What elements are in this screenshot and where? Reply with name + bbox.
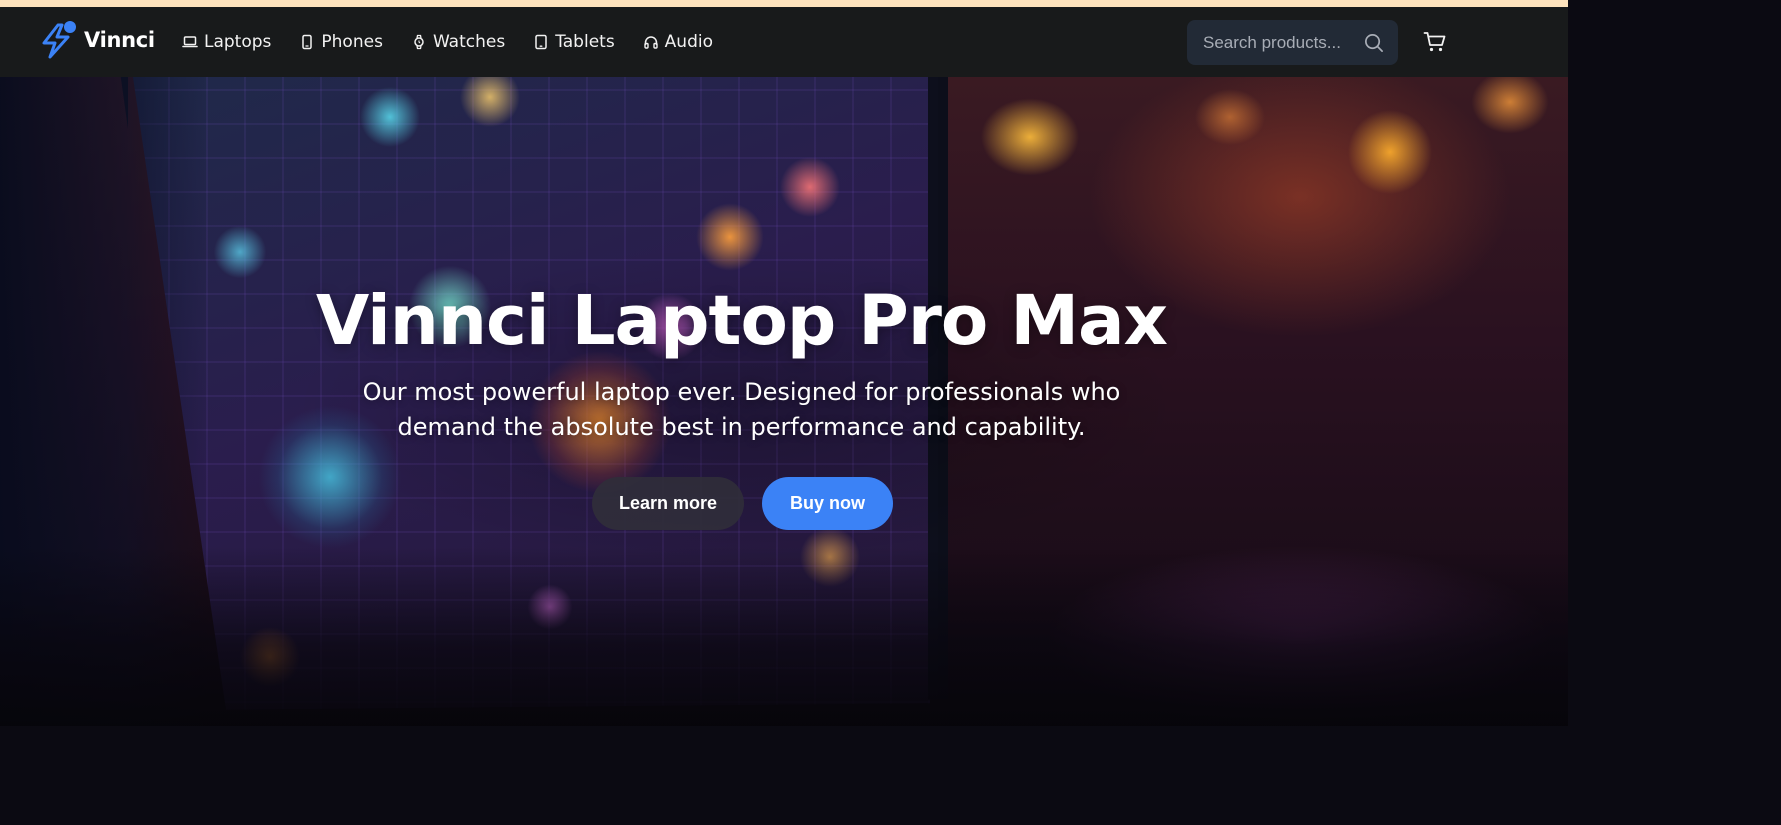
search-input[interactable]: [1203, 32, 1353, 53]
nav-item-label: Watches: [432, 32, 506, 52]
nav-item-label: Tablets: [555, 32, 615, 52]
nav-item-watches[interactable]: Watches: [411, 32, 505, 52]
laptop-icon: [182, 36, 198, 48]
nav-item-phones[interactable]: Phones: [299, 32, 383, 52]
nav-item-label: Phones: [321, 32, 383, 52]
tablet-icon: [535, 34, 547, 50]
nav-item-label: Audio: [664, 32, 713, 52]
learn-more-button[interactable]: Learn more: [592, 477, 744, 530]
hero-title: Vinnci Laptop Pro Max: [315, 281, 1168, 361]
nav-item-audio[interactable]: Audio: [643, 32, 713, 52]
hero-banner: Vinnci Laptop Pro Max Our most powerful …: [0, 77, 1568, 726]
buy-now-button[interactable]: Buy now: [762, 477, 893, 530]
cart-icon[interactable]: [1423, 31, 1447, 53]
nav-item-laptops[interactable]: Laptops: [182, 32, 271, 52]
top-accent-strip: [0, 0, 1568, 7]
search-box: [1187, 20, 1398, 65]
hero-buttons: Learn more Buy now: [592, 477, 893, 530]
brand-logo[interactable]: Vinnci: [40, 19, 155, 61]
navbar: Vinnci Laptops Phones Watches Tablets Au…: [0, 7, 1568, 77]
brand-name: Vinnci: [84, 28, 155, 52]
phone-icon: [302, 34, 313, 50]
headphones-icon: [643, 36, 658, 49]
lightning-logo-icon: [42, 21, 76, 59]
hero-content: Vinnci Laptop Pro Max Our most powerful …: [0, 277, 1483, 445]
nav-item-tablets[interactable]: Tablets: [533, 32, 615, 52]
nav-item-label: Laptops: [204, 32, 272, 52]
main-nav: Laptops Phones Watches Tablets Audio: [182, 7, 713, 77]
watch-icon: [414, 34, 424, 50]
hero-subtitle: Our most powerful laptop ever. Designed …: [362, 378, 1121, 441]
search-icon[interactable]: [1363, 32, 1384, 53]
